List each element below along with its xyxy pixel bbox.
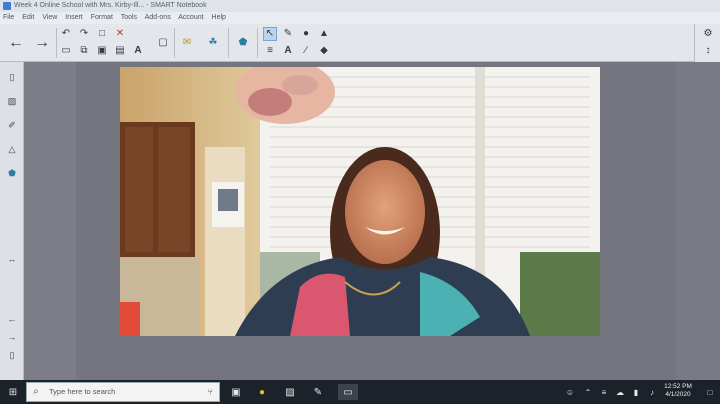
canvas-margin-left xyxy=(24,62,76,380)
menu-format[interactable]: Format xyxy=(91,14,113,21)
select-icon[interactable]: ↖ xyxy=(263,27,277,41)
system-clock[interactable]: 12:52 PM 4/1/2020 xyxy=(658,383,698,399)
battery-icon[interactable]: ▮ xyxy=(628,384,644,400)
page-sorter-icon[interactable]: ▯ xyxy=(5,70,19,84)
mail-icon[interactable]: ✉ xyxy=(180,36,194,50)
menu-edit[interactable]: Edit xyxy=(22,14,34,21)
taskbar-search-input[interactable]: ⌕ Type here to search ⑂ xyxy=(26,382,220,402)
menu-insert[interactable]: Insert xyxy=(65,14,83,21)
toolbar-divider xyxy=(174,28,175,58)
more-icon[interactable]: ▯ xyxy=(5,348,19,362)
redo-icon[interactable]: ↷ xyxy=(77,27,91,41)
clock-date: 4/1/2020 xyxy=(665,391,691,398)
lab-icon[interactable]: ☘ xyxy=(206,36,220,50)
properties-tab-icon[interactable]: △ xyxy=(5,142,19,156)
menu-tools[interactable]: Tools xyxy=(121,14,137,21)
toolbar-settings-panel: ⚙ ↕ xyxy=(694,24,720,62)
search-placeholder: Type here to search xyxy=(49,387,116,396)
canvas-margin-right xyxy=(676,62,720,380)
menu-file[interactable]: File xyxy=(3,14,14,21)
menu-addons[interactable]: Add-ons xyxy=(145,14,171,21)
menu-account[interactable]: Account xyxy=(178,14,203,21)
video-scene-image xyxy=(120,67,600,336)
window-title-bar: Week 4 Online School with Mrs. Kirby-Ill… xyxy=(0,0,720,12)
menu-bar: File Edit View Insert Format Tools Add-o… xyxy=(0,12,720,24)
back-arrow-icon[interactable]: ← xyxy=(4,29,28,57)
toolbar-divider xyxy=(257,28,258,58)
microphone-icon[interactable]: ⑂ xyxy=(208,383,213,401)
toolbar-divider xyxy=(56,28,57,58)
active-window-icon[interactable]: ▭ xyxy=(338,384,358,400)
window-title: Week 4 Online School with Mrs. Kirby-Ill… xyxy=(14,2,207,9)
duplicate-icon[interactable]: ⧉ xyxy=(77,44,91,58)
undo-icon[interactable]: ↶ xyxy=(59,27,73,41)
gear-icon[interactable]: ⚙ xyxy=(701,27,715,41)
main-toolbar: ← → ↶ ↷ □ ✕ ▭ ⧉ ▣ ▤ A ▢ ✉ ☘ ⬟ ↖ ✎ ● ▲ ≡ … xyxy=(0,24,720,62)
move-toolbar-icon[interactable]: ↕ xyxy=(701,44,715,58)
delete-icon[interactable]: ✕ xyxy=(113,27,127,41)
attachments-icon[interactable]: ✐ xyxy=(5,118,19,132)
people-icon[interactable]: ☺ xyxy=(562,384,578,400)
windows-taskbar: ⊞ ⌕ Type here to search ⑂ ▣ ● ▨ ✎ ▭ ☺ ⌃ … xyxy=(0,380,720,404)
document-camera-icon[interactable]: ▢ xyxy=(156,36,170,50)
embedded-video-frame[interactable] xyxy=(120,67,600,336)
gallery-icon[interactable]: ▧ xyxy=(5,94,19,108)
task-view-icon[interactable]: ▣ xyxy=(228,384,244,400)
pen-app-icon[interactable]: ✎ xyxy=(310,384,326,400)
smart-notebook-taskbar-icon[interactable]: ▨ xyxy=(282,384,298,400)
toolbar-divider xyxy=(228,28,229,58)
next-page-icon[interactable]: → xyxy=(5,330,19,344)
notifications-icon[interactable]: □ xyxy=(702,384,718,400)
menu-view[interactable]: View xyxy=(42,14,57,21)
save-icon[interactable]: ▣ xyxy=(95,44,109,58)
smart-notebook-app-icon xyxy=(3,2,11,10)
clock-time: 12:52 PM xyxy=(664,383,692,390)
shapes-icon[interactable]: ⬟ xyxy=(236,36,250,50)
addons-icon[interactable]: ⬟ xyxy=(5,166,19,180)
text-tool-icon[interactable]: A xyxy=(281,44,295,58)
line-icon[interactable]: ∕ xyxy=(299,44,313,58)
back-page-icon[interactable]: ← xyxy=(5,312,19,326)
onedrive-icon[interactable]: ☁ xyxy=(612,384,628,400)
side-tab-bar: ▯ ▧ ✐ △ ⬟ ↔ ← → ▯ xyxy=(0,62,24,380)
properties-icon[interactable]: ≡ xyxy=(263,44,277,58)
tray-up-icon[interactable]: ⌃ xyxy=(580,384,596,400)
screen-shade-icon[interactable]: ▤ xyxy=(113,44,127,58)
pen-icon[interactable]: ✎ xyxy=(281,27,295,41)
resize-icon[interactable]: ↔ xyxy=(5,252,19,266)
windows-start-icon[interactable]: ⊞ xyxy=(5,384,21,400)
fill-icon[interactable]: ● xyxy=(299,27,313,41)
paint-bucket-icon[interactable]: ▲ xyxy=(317,27,331,41)
new-page-icon[interactable]: □ xyxy=(95,27,109,41)
eraser-icon[interactable]: ◆ xyxy=(317,44,331,58)
forward-arrow-icon[interactable]: → xyxy=(30,29,54,57)
text-icon[interactable]: A xyxy=(131,44,145,58)
menu-help[interactable]: Help xyxy=(212,14,226,21)
search-icon: ⌕ xyxy=(33,386,39,397)
page-icon[interactable]: ▭ xyxy=(59,44,73,58)
chrome-icon[interactable]: ● xyxy=(254,384,270,400)
network-icon[interactable]: ≡ xyxy=(596,384,612,400)
